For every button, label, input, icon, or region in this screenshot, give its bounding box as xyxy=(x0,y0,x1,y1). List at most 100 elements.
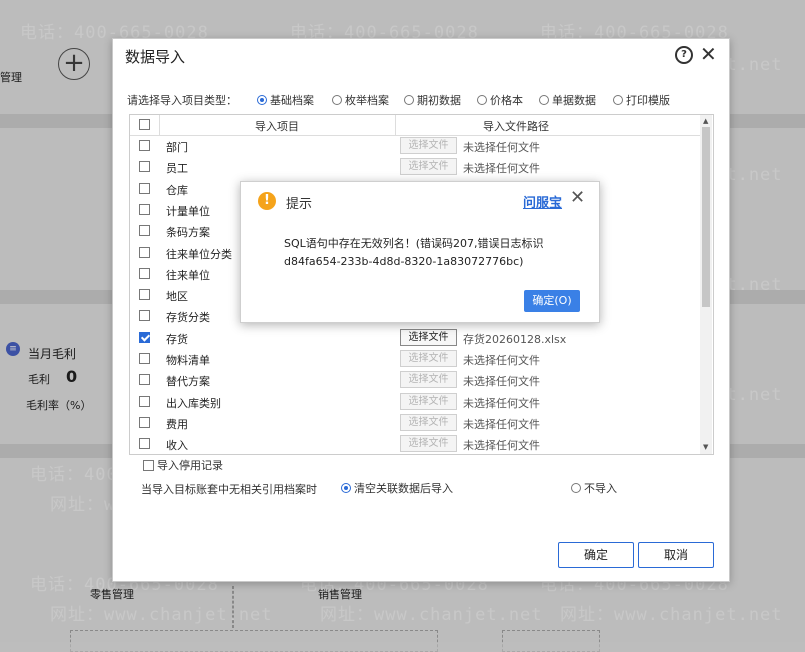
row-checkbox[interactable] xyxy=(139,416,150,428)
table-row: 费用 选择文件 未选择任何文件 xyxy=(130,412,700,433)
close-icon[interactable]: ✕ xyxy=(700,42,717,66)
warning-icon: ! xyxy=(258,192,276,210)
choose-file-button[interactable]: 选择文件 xyxy=(400,137,457,154)
radio-indicator[interactable] xyxy=(404,95,414,105)
header-import-item: 导入项目 xyxy=(255,120,299,133)
radio-print-template[interactable]: 打印模版 xyxy=(613,93,670,107)
file-path-text: 未选择任何文件 xyxy=(463,375,540,389)
table-row: 存货 选择文件 存货20260128.xlsx xyxy=(130,327,700,348)
row-checkbox[interactable] xyxy=(139,140,150,151)
row-item-name: 往来单位分类 xyxy=(166,247,232,261)
row-item-name: 部门 xyxy=(166,141,188,154)
row-item-name: 计量单位 xyxy=(166,204,210,218)
file-path-text: 未选择任何文件 xyxy=(463,396,540,410)
radio-clear-then-import[interactable]: 清空关联数据后导入 xyxy=(341,481,453,495)
scroll-up-icon[interactable]: ▲ xyxy=(703,117,708,125)
missing-reference-option: 当导入目标账套中无相关引用档案时 清空关联数据后导入 不导入 xyxy=(141,480,721,496)
radio-label: 期初数据 xyxy=(417,94,461,107)
file-path-text: 未选择任何文件 xyxy=(463,439,540,453)
dialog-title: 数据导入 xyxy=(125,48,186,66)
row-item-name: 地区 xyxy=(166,290,188,304)
choose-file-button[interactable]: 选择文件 xyxy=(400,371,457,389)
choose-file-button[interactable]: 选择文件 xyxy=(400,350,457,367)
row-checkbox[interactable] xyxy=(139,182,150,194)
file-path-text: 未选择任何文件 xyxy=(463,354,540,367)
radio-label: 单据数据 xyxy=(552,94,596,107)
radio-indicator[interactable] xyxy=(477,95,487,105)
row-item-name: 存货分类 xyxy=(166,311,210,325)
row-checkbox[interactable] xyxy=(139,203,150,215)
file-path-text: 存货20260128.xlsx xyxy=(463,332,567,346)
row-checkbox[interactable] xyxy=(139,438,150,450)
radio-price-book[interactable]: 价格本 xyxy=(477,93,523,107)
radio-label: 价格本 xyxy=(490,94,523,107)
table-row: 部门 选择文件 未选择任何文件 xyxy=(130,135,700,156)
prompt-title: 提示 xyxy=(286,197,313,212)
row-checkbox[interactable] xyxy=(139,225,150,237)
row-item-name: 往来单位 xyxy=(166,268,210,282)
header-file-path: 导入文件路径 xyxy=(483,120,549,133)
radio-opening-data[interactable]: 期初数据 xyxy=(404,93,461,107)
row-checkbox[interactable] xyxy=(139,246,150,258)
help-icon[interactable]: ? xyxy=(675,46,693,64)
ok-button[interactable]: 确定(O) xyxy=(524,290,580,312)
close-icon[interactable]: ✕ xyxy=(570,187,585,208)
radio-indicator[interactable] xyxy=(257,95,267,105)
radio-indicator[interactable] xyxy=(571,483,581,493)
radio-indicator[interactable] xyxy=(539,95,549,105)
file-path-text: 未选择任何文件 xyxy=(463,141,540,154)
choose-file-button[interactable]: 选择文件 xyxy=(400,413,457,431)
error-message-line: d84fa654-233b-4d8d-8320-1a83072776bc) xyxy=(284,255,524,268)
choose-file-button[interactable]: 选择文件 xyxy=(400,435,457,453)
file-path-text: 未选择任何文件 xyxy=(463,162,540,176)
row-checkbox[interactable] xyxy=(139,267,150,279)
radio-basic-archive[interactable]: 基础档案 xyxy=(257,93,314,107)
row-checkbox[interactable] xyxy=(139,353,150,364)
scroll-down-icon[interactable]: ▼ xyxy=(703,443,708,451)
column-divider xyxy=(159,115,160,135)
choose-file-button[interactable]: 选择文件 xyxy=(400,328,457,346)
radio-label: 基础档案 xyxy=(270,94,314,107)
table-row: 物料清单 选择文件 未选择任何文件 xyxy=(130,348,700,369)
table-row: 员工 选择文件 未选择任何文件 xyxy=(130,156,700,177)
table-row: 收入 选择文件 未选择任何文件 xyxy=(130,433,700,454)
radio-label: 不导入 xyxy=(584,482,617,495)
file-path-text: 未选择任何文件 xyxy=(463,417,540,431)
select-all-checkbox[interactable] xyxy=(139,119,150,130)
row-item-name: 条码方案 xyxy=(166,226,210,240)
error-message: SQL语句中存在无效列名！(错误码207,错误日志标识 d84fa654-233… xyxy=(284,235,584,271)
row-item-name: 收入 xyxy=(166,439,188,453)
radio-do-not-import[interactable]: 不导入 xyxy=(571,481,617,495)
row-checkbox[interactable] xyxy=(139,395,150,407)
row-item-name: 出入库类别 xyxy=(166,396,221,410)
import-disabled-option[interactable]: 导入停用记录 xyxy=(143,458,223,472)
table-row: 替代方案 选择文件 未选择任何文件 xyxy=(130,369,700,390)
radio-indicator[interactable] xyxy=(332,95,342,105)
choose-file-button[interactable]: 选择文件 xyxy=(400,158,457,176)
missing-reference-label: 当导入目标账套中无相关引用档案时 xyxy=(141,483,317,496)
row-checkbox[interactable] xyxy=(139,310,150,322)
import-disabled-label: 导入停用记录 xyxy=(157,459,223,472)
radio-indicator[interactable] xyxy=(613,95,623,105)
row-item-name: 物料清单 xyxy=(166,354,210,367)
radio-document-data[interactable]: 单据数据 xyxy=(539,93,596,107)
radio-indicator[interactable] xyxy=(341,483,351,493)
row-checkbox[interactable] xyxy=(139,161,150,173)
confirm-button[interactable]: 确定 xyxy=(558,542,634,568)
scrollbar-thumb[interactable] xyxy=(702,127,710,307)
row-item-name: 仓库 xyxy=(166,183,188,197)
import-type-selector: 请选择导入项目类型： 基础档案 枚举档案 期初数据 价格本 单据数据 打印模版 xyxy=(127,92,717,108)
grid-header: 导入项目 导入文件路径 xyxy=(130,115,700,136)
service-link[interactable]: 问服宝 xyxy=(523,192,562,211)
row-item-name: 员工 xyxy=(166,162,188,176)
error-prompt: ! 提示 问服宝 ✕ SQL语句中存在无效列名！(错误码207,错误日志标识 d… xyxy=(240,181,600,323)
row-checkbox[interactable] xyxy=(139,289,150,301)
choose-file-button[interactable]: 选择文件 xyxy=(400,392,457,410)
import-disabled-checkbox[interactable] xyxy=(143,459,154,471)
cancel-button[interactable]: 取消 xyxy=(638,542,714,568)
row-checkbox[interactable] xyxy=(139,331,150,343)
radio-label: 枚举档案 xyxy=(345,94,389,107)
radio-enum-archive[interactable]: 枚举档案 xyxy=(332,93,389,107)
row-checkbox[interactable] xyxy=(139,374,150,386)
column-divider xyxy=(395,115,396,135)
